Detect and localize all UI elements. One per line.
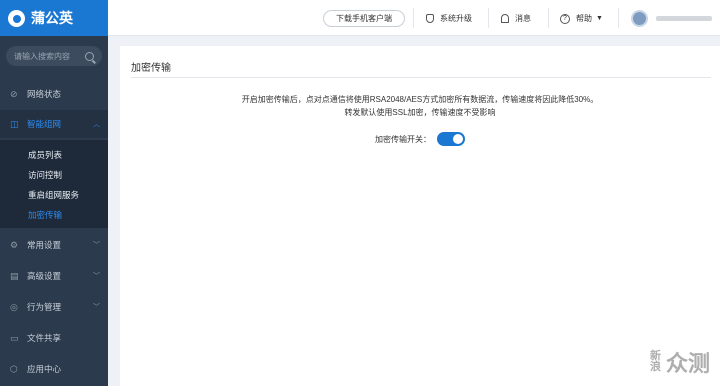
encryption-toggle-label: 加密传输开关： [375, 134, 431, 144]
description-line-1: 开启加密传输后，点对点通信将使用RSA2048/AES方式加密所有数据流，传输速… [241, 95, 599, 104]
sidebar-item-smart-networking[interactable]: ◫ 智能组网 ︿ [0, 110, 108, 138]
encryption-toggle[interactable] [437, 132, 465, 146]
submenu-item-members[interactable]: 成员列表 [28, 149, 62, 161]
sidebar-search[interactable]: 请输入搜索内容 [6, 46, 102, 66]
sidebar-item-network-status[interactable]: ⊘ 网络状态 [0, 80, 108, 108]
chevron-down-icon: ﹀ [93, 273, 100, 280]
system-upgrade-button[interactable]: 系统升级 [426, 13, 472, 24]
header-divider [548, 8, 549, 28]
upgrade-label: 系统升级 [440, 14, 472, 23]
sidebar-item-common-settings[interactable]: ⚙ 常用设置 ﹀ [0, 231, 108, 259]
messages-label: 消息 [515, 14, 531, 23]
gear-icon: ⚙ [10, 239, 19, 250]
network-icon: ⊘ [10, 88, 18, 99]
sidebar-item-label: 智能组网 [27, 119, 62, 129]
search-icon[interactable] [85, 51, 94, 61]
mesh-icon: ◫ [10, 118, 19, 129]
chevron-down-icon: ﹀ [93, 242, 100, 249]
sidebar-item-label: 网络状态 [27, 89, 62, 99]
sidebar-item-label: 文件共享 [27, 333, 62, 343]
behavior-icon: ◎ [10, 301, 18, 312]
description-line-2: 转发默认使用SSL加密，传输速度不受影响 [344, 108, 496, 117]
submenu-item-encrypted-transfer[interactable]: 加密传输 [28, 209, 62, 221]
watermark-large: 众测 [665, 351, 710, 376]
help-icon: ? [560, 13, 570, 24]
caret-down-icon: ▼ [596, 15, 603, 22]
bell-icon [501, 14, 509, 23]
chevron-up-icon: ︿ [93, 121, 100, 128]
sidebar-item-app-center[interactable]: ⬡ 应用中心 [0, 355, 108, 383]
submenu-item-access-control[interactable]: 访问控制 [28, 169, 62, 181]
header-divider [413, 8, 414, 28]
chevron-down-icon: ﹀ [93, 304, 100, 311]
toggle-knob [453, 134, 463, 144]
title-divider [131, 77, 711, 78]
top-header: 下载手机客户端 系统升级 消息 ? 帮助 ▼ [108, 0, 720, 36]
encrypted-transfer-panel: 加密传输 开启加密传输后，点对点通信将使用RSA2048/AES方式加密所有数据… [120, 46, 720, 386]
page-title: 加密传输 [131, 63, 171, 74]
download-app-button[interactable]: 下载手机客户端 [323, 10, 405, 27]
username-redacted[interactable] [656, 16, 712, 21]
header-divider [618, 8, 619, 28]
logo-icon [8, 9, 25, 27]
app-name: 蒲公英 [31, 10, 73, 26]
sidebar-item-file-sharing[interactable]: ▭ 文件共享 [0, 324, 108, 352]
sidebar-item-label: 应用中心 [27, 364, 62, 374]
avatar[interactable] [631, 10, 648, 27]
help-menu[interactable]: ? 帮助 ▼ [560, 13, 603, 24]
sidebar-item-advanced-settings[interactable]: ▤ 高级设置 ﹀ [0, 262, 108, 290]
encryption-toggle-row: 加密传输开关： [375, 132, 465, 146]
watermark-small: 新浪 [649, 350, 661, 373]
sidebar-item-label: 行为管理 [27, 302, 62, 312]
watermark: 新浪 众测 [650, 346, 710, 378]
messages-button[interactable]: 消息 [501, 13, 531, 24]
header-divider [488, 8, 489, 28]
advanced-icon: ▤ [10, 270, 19, 281]
sidebar-item-label: 常用设置 [27, 240, 62, 250]
upgrade-icon [426, 14, 434, 23]
search-input[interactable]: 请输入搜索内容 [14, 51, 85, 62]
submenu-item-restart-service[interactable]: 重启组网服务 [28, 189, 79, 201]
app-center-icon: ⬡ [10, 363, 18, 374]
folder-icon: ▭ [10, 332, 19, 343]
sidebar-item-label: 高级设置 [27, 271, 62, 281]
sidebar-item-behavior-management[interactable]: ◎ 行为管理 ﹀ [0, 293, 108, 321]
help-label: 帮助 [576, 14, 592, 23]
app-logo[interactable]: 蒲公英 [0, 0, 108, 36]
